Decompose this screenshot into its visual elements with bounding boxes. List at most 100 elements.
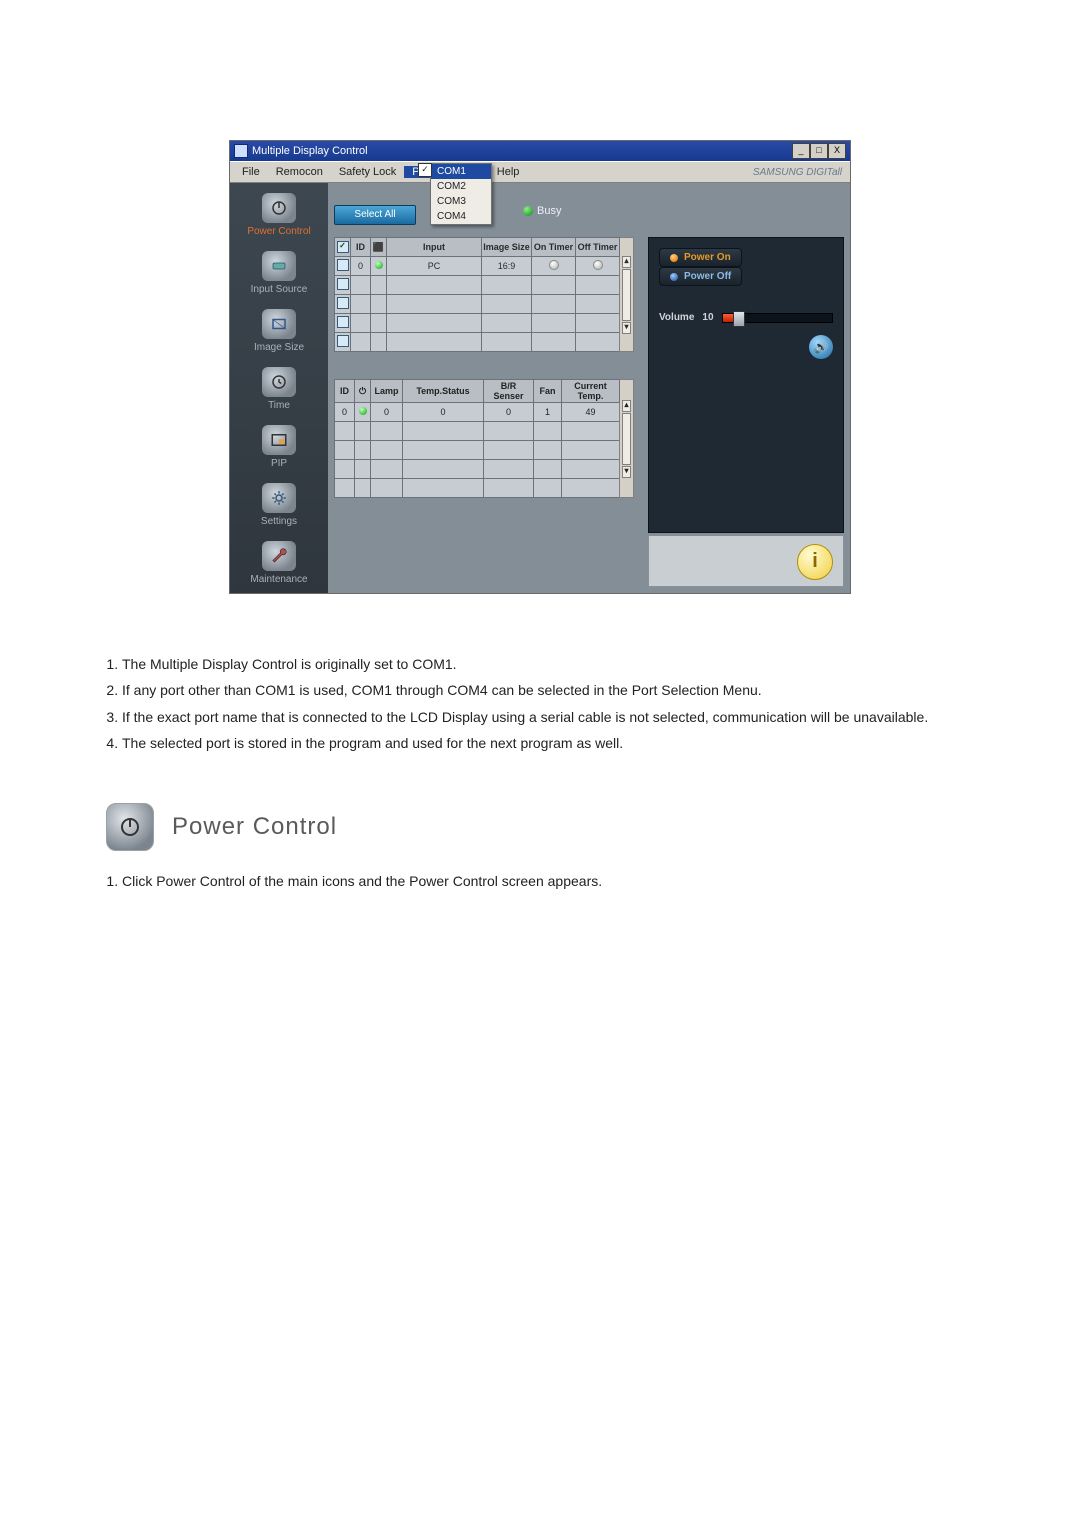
sidebar-item-settings[interactable]: Settings <box>230 479 328 537</box>
port-selection-dropdown[interactable]: COM1 COM2 COM3 COM4 <box>430 163 492 225</box>
settings-icon <box>262 483 296 513</box>
table-header-row: ID ⏻ Lamp Temp.Status B/R Senser Fan Cur… <box>335 380 634 403</box>
cell-input: PC <box>387 257 482 276</box>
table-row <box>335 441 634 460</box>
list-item: The Multiple Display Control is original… <box>122 654 970 674</box>
busy-label: Busy <box>537 205 561 217</box>
header-select[interactable] <box>335 238 351 257</box>
time-icon <box>262 367 296 397</box>
list-item: If the exact port name that is connected… <box>122 707 970 727</box>
close-button[interactable]: X <box>828 143 846 159</box>
header-id: ID <box>335 380 355 403</box>
cell-fan: 1 <box>534 403 562 422</box>
table-row <box>335 460 634 479</box>
section-title: Power Control <box>172 813 337 841</box>
header-power-icon: ⏻ <box>355 380 371 403</box>
vscroll[interactable]: ▴▾ <box>620 380 634 498</box>
header-br-senser: B/R Senser <box>484 380 534 403</box>
table-row[interactable]: 0 0 0 0 1 49 <box>335 403 634 422</box>
port-option-com4[interactable]: COM4 <box>431 209 491 224</box>
menu-help[interactable]: Help <box>489 166 528 178</box>
maintenance-table: ID ⏻ Lamp Temp.Status B/R Senser Fan Cur… <box>334 379 634 498</box>
menu-safety-lock[interactable]: Safety Lock <box>331 166 404 178</box>
sidebar-item-input-source[interactable]: Input Source <box>230 247 328 305</box>
select-all-button[interactable]: Select All <box>334 205 416 225</box>
table-row[interactable]: 0 PC 16:9 <box>335 257 634 276</box>
sidebar-item-time[interactable]: Time <box>230 363 328 421</box>
off-timer-led-icon <box>593 260 603 270</box>
power-off-led-icon <box>670 273 678 281</box>
busy-led-icon <box>523 206 533 216</box>
table-row <box>335 479 634 498</box>
menu-remocon[interactable]: Remocon <box>268 166 331 178</box>
cell-id: 0 <box>335 403 355 422</box>
maximize-button[interactable]: □ <box>810 143 828 159</box>
table-row <box>335 295 634 314</box>
table-row <box>335 314 634 333</box>
power-on-led-icon <box>670 254 678 262</box>
power-icon <box>262 193 296 223</box>
titlebar: Multiple Display Control _ □ X <box>230 141 850 161</box>
table-row <box>335 276 634 295</box>
table-header-row: ID ⬛ Input Image Size On Timer Off Timer… <box>335 238 634 257</box>
port-option-com3[interactable]: COM3 <box>431 194 491 209</box>
sidebar-label: Power Control <box>247 226 310 237</box>
control-panel: Power On Power Off Volume 10 🔊 <box>648 237 844 533</box>
volume-value: 10 <box>702 312 713 323</box>
cell-lamp: 0 <box>371 403 403 422</box>
vscroll[interactable]: ▴▾ <box>620 238 634 352</box>
header-status-icon: ⬛ <box>371 238 387 257</box>
table-row <box>335 333 634 352</box>
row-checkbox[interactable] <box>337 259 349 271</box>
maintenance-icon <box>262 541 296 571</box>
status-led-icon <box>375 261 383 269</box>
table-row <box>335 422 634 441</box>
header-off-timer: Off Timer <box>576 238 620 257</box>
sidebar-item-power-control[interactable]: Power Control <box>230 189 328 247</box>
list-item: If any port other than COM1 is used, COM… <box>122 680 970 700</box>
speaker-icon[interactable]: 🔊 <box>809 335 833 359</box>
list-item: Click Power Control of the main icons an… <box>122 871 970 891</box>
power-control-icon <box>106 803 154 851</box>
header-lamp: Lamp <box>371 380 403 403</box>
sidebar-item-maintenance[interactable]: Maintenance <box>230 537 328 595</box>
busy-status: Busy <box>523 205 561 217</box>
info-panel: i <box>648 535 844 587</box>
sidebar: Power Control Input Source Image Size <box>230 183 328 593</box>
header-temp-status: Temp.Status <box>403 380 484 403</box>
notes-list: The Multiple Display Control is original… <box>100 654 970 753</box>
input-source-icon <box>262 251 296 281</box>
pip-icon <box>262 425 296 455</box>
minimize-button[interactable]: _ <box>792 143 810 159</box>
header-fan: Fan <box>534 380 562 403</box>
header-current-temp: Current Temp. <box>562 380 620 403</box>
app-title: Multiple Display Control <box>252 145 368 157</box>
list-item: The selected port is stored in the progr… <box>122 733 970 753</box>
volume-label: Volume <box>659 312 694 323</box>
image-size-icon <box>262 309 296 339</box>
sidebar-item-pip[interactable]: PIP <box>230 421 328 479</box>
power-off-button[interactable]: Power Off <box>659 267 742 286</box>
app-window: Multiple Display Control _ □ X File Remo… <box>229 140 851 594</box>
volume-slider[interactable] <box>722 313 833 323</box>
sidebar-label: Maintenance <box>250 574 307 585</box>
sidebar-label: Settings <box>261 516 297 527</box>
cell-image-size: 16:9 <box>482 257 532 276</box>
power-on-button[interactable]: Power On <box>659 248 742 267</box>
header-image-size: Image Size <box>482 238 532 257</box>
port-option-com2[interactable]: COM2 <box>431 179 491 194</box>
main-panel: ✓ COM1 COM2 COM3 COM4 Select All Busy <box>328 183 850 593</box>
section-header: Power Control <box>106 803 980 851</box>
brand-label: SAMSUNG DIGITall <box>753 167 850 178</box>
power-off-label: Power Off <box>684 271 731 282</box>
power-on-label: Power On <box>684 252 731 263</box>
header-input: Input <box>387 238 482 257</box>
sidebar-label: PIP <box>271 458 287 469</box>
sidebar-item-image-size[interactable]: Image Size <box>230 305 328 363</box>
menu-file[interactable]: File <box>234 166 268 178</box>
port-option-com1[interactable]: COM1 <box>431 164 491 179</box>
power-led-icon <box>359 407 367 415</box>
sidebar-label: Input Source <box>251 284 308 295</box>
menubar: File Remocon Safety Lock Port Selection … <box>230 161 850 183</box>
cell-temp-status: 0 <box>403 403 484 422</box>
